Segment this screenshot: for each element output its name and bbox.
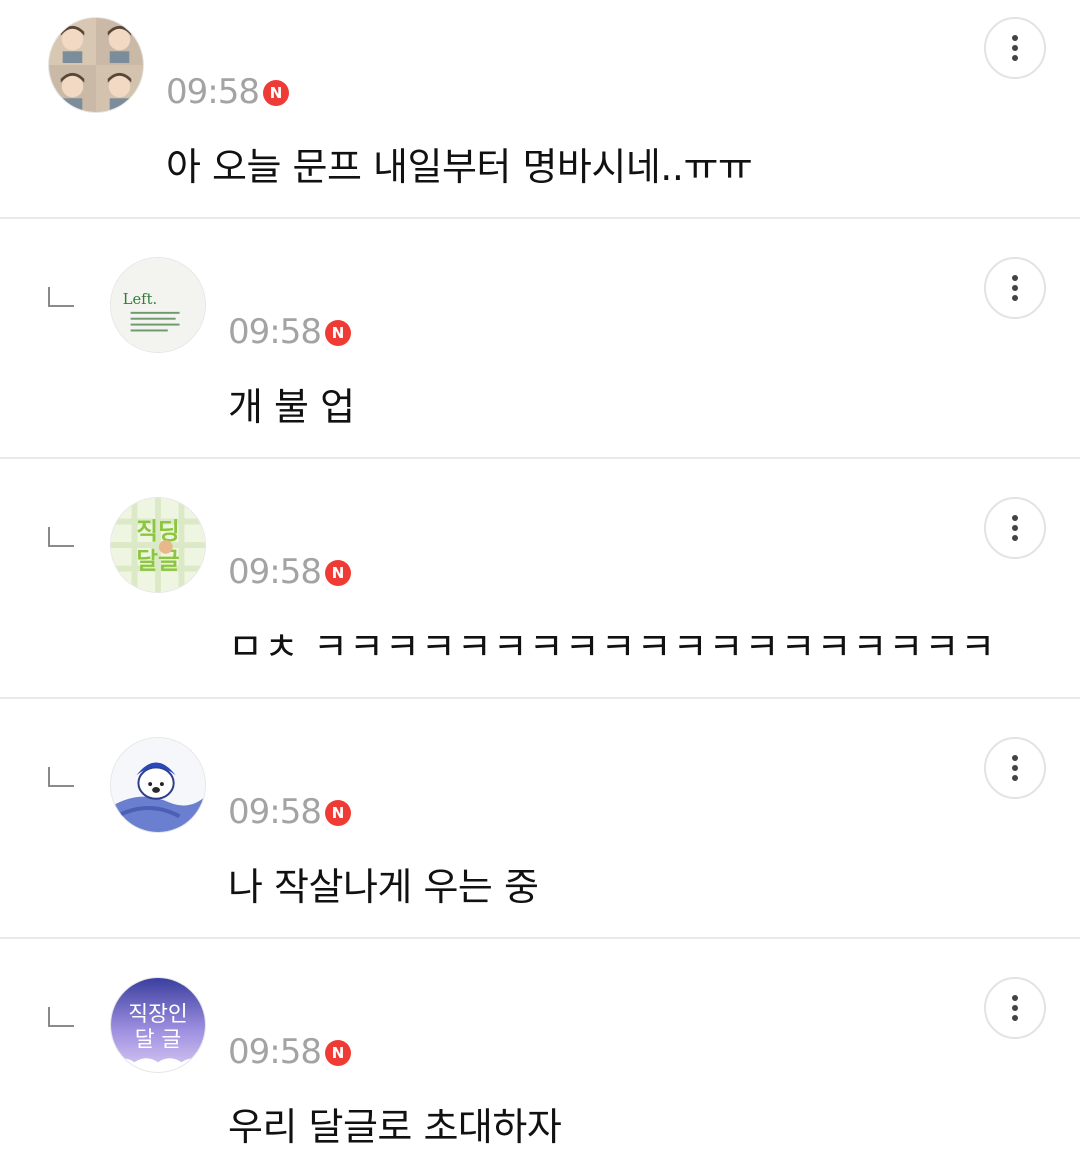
avatar-text-line1: 직장인 <box>128 1002 187 1027</box>
comment-text: 우리 달글로 초대하자 <box>228 1105 562 1149</box>
comment-time: 09:58 <box>228 1032 322 1072</box>
comment-time: 09:58 <box>228 312 322 352</box>
reply-item: 직딩 달글 09:58 N ㅁㅊ ㅋㅋㅋㅋㅋㅋㅋㅋㅋㅋㅋㅋㅋㅋㅋㅋㅋㅋㅋ <box>0 459 1080 699</box>
reply-indicator-icon <box>48 1007 74 1027</box>
avatar-jikjangin-icon[interactable]: 직장인 달 글 <box>110 977 206 1073</box>
avatar-photo-grid-icon[interactable] <box>48 17 144 113</box>
more-options-button[interactable] <box>984 977 1046 1039</box>
comment-meta: 09:58 N <box>228 792 351 832</box>
reply-indicator-icon <box>48 527 74 547</box>
reply-item: Left. 09:58 N 개 불 업 <box>0 219 1080 459</box>
comment-time: 09:58 <box>228 792 322 832</box>
comment-text: ㅁㅊ ㅋㅋㅋㅋㅋㅋㅋㅋㅋㅋㅋㅋㅋㅋㅋㅋㅋㅋㅋ <box>228 625 997 669</box>
comment-text: 아 오늘 문프 내일부터 명바시네..ㅠㅠ <box>166 145 753 189</box>
new-badge: N <box>324 320 351 346</box>
new-badge: N <box>324 560 351 586</box>
comment-item: 09:58 N 아 오늘 문프 내일부터 명바시네..ㅠㅠ <box>0 0 1080 219</box>
more-options-button[interactable] <box>984 497 1046 559</box>
comment-text: 나 작살나게 우는 중 <box>228 865 539 909</box>
avatar-blue-character-icon[interactable] <box>110 737 206 833</box>
comment-meta: 09:58 N <box>228 552 351 592</box>
reply-item: 09:58 N 나 작살나게 우는 중 <box>0 699 1080 939</box>
avatar-text-line2: 달글 <box>136 547 179 575</box>
comment-meta: 09:58 N <box>228 312 351 352</box>
new-badge: N <box>324 1040 351 1066</box>
new-badge: N <box>262 80 289 106</box>
new-badge: N <box>324 800 351 826</box>
more-options-button[interactable] <box>984 17 1046 79</box>
comment-meta: 09:58 N <box>166 72 289 112</box>
reply-item: 직장인 달 글 09:58 N 우리 달글로 초대하자 <box>0 939 1080 1173</box>
avatar-text-line1: 직딩 <box>136 517 179 545</box>
comment-text: 개 불 업 <box>228 385 355 429</box>
comment-meta: 09:58 N <box>228 1032 351 1072</box>
avatar-left-text: Left. <box>123 291 157 308</box>
reply-indicator-icon <box>48 767 74 787</box>
avatar-dalgeul-icon[interactable]: 직딩 달글 <box>110 497 206 593</box>
comment-time: 09:58 <box>166 72 260 112</box>
comment-time: 09:58 <box>228 552 322 592</box>
more-options-button[interactable] <box>984 257 1046 319</box>
avatar-left-logo-icon[interactable]: Left. <box>110 257 206 353</box>
more-options-button[interactable] <box>984 737 1046 799</box>
avatar-text-line2: 달 글 <box>135 1028 181 1053</box>
reply-indicator-icon <box>48 287 74 307</box>
